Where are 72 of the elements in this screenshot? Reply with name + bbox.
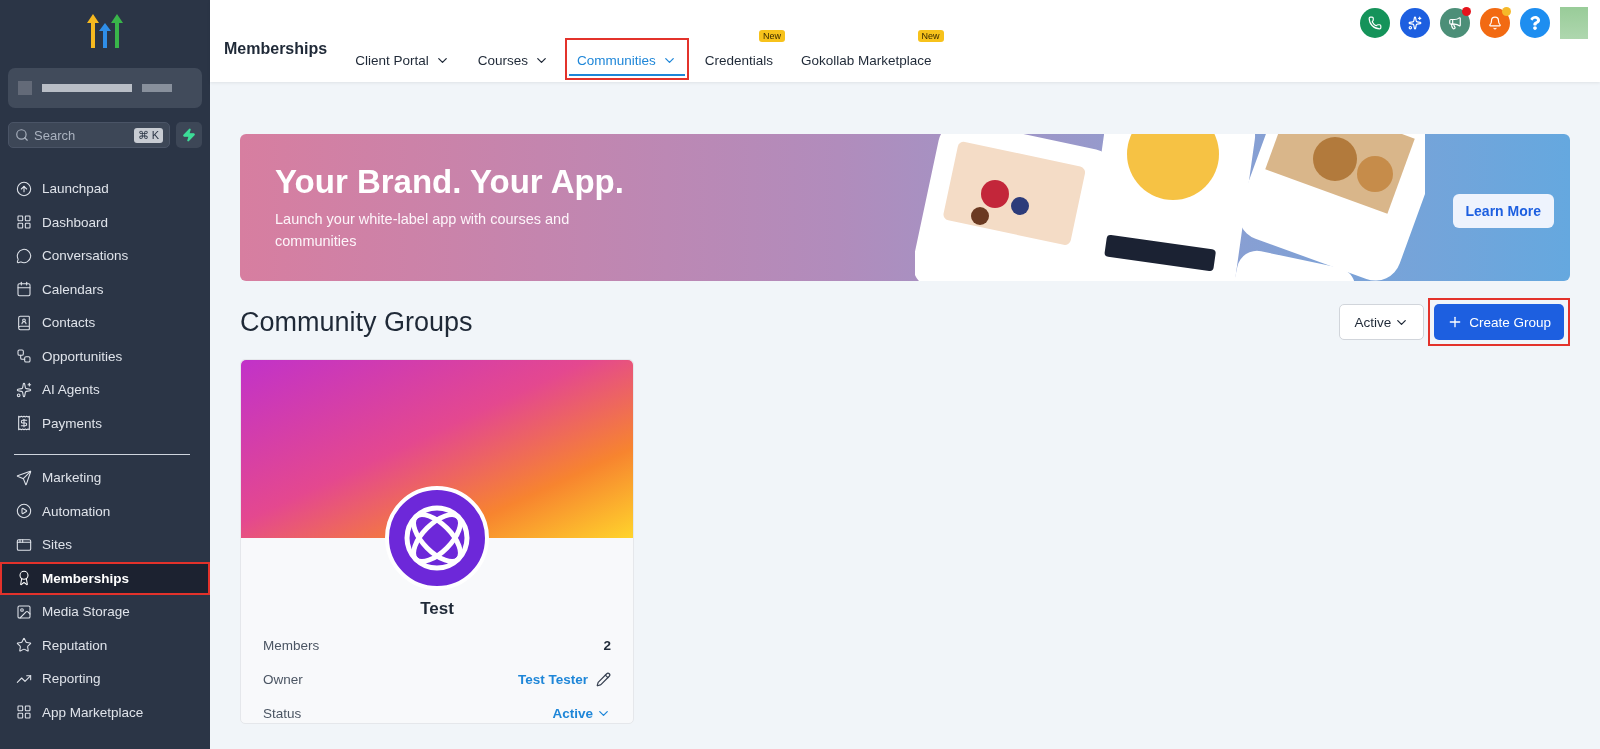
contacts-icon (16, 314, 32, 331)
nav-tab[interactable]: Communities (568, 46, 685, 76)
receipt-icon (16, 415, 32, 432)
status-dropdown[interactable]: Active (552, 705, 611, 721)
sidebar-item[interactable]: Payments (8, 406, 202, 440)
sidebar-item[interactable]: Sites (8, 528, 202, 562)
sidebar-item[interactable]: App Marketplace (8, 695, 202, 729)
header-action-button[interactable] (1480, 8, 1510, 38)
account-switcher[interactable] (8, 68, 202, 108)
bolt-icon (182, 128, 196, 142)
phone-icon (1368, 16, 1382, 30)
shortcut-key: ⌘ K (133, 127, 163, 143)
learn-more-button[interactable]: Learn More (1452, 194, 1554, 228)
play-icon (16, 503, 32, 520)
new-badge: New (917, 30, 944, 42)
sidebar-item[interactable]: Media Storage (8, 595, 202, 629)
dashboard-icon (16, 214, 32, 231)
send-icon (16, 469, 32, 486)
field-value: 2 (603, 637, 611, 653)
bell-icon (1488, 16, 1502, 30)
rings-logo-icon (385, 486, 489, 590)
group-name: Test (420, 599, 454, 619)
website-icon (16, 536, 32, 553)
search-field[interactable]: Search ⌘ K (8, 122, 170, 148)
sidebar-item[interactable]: Reporting (8, 662, 202, 696)
edit-icon[interactable] (596, 671, 611, 687)
sidebar-item[interactable]: Marketing (8, 461, 202, 495)
field-label: Status (263, 705, 302, 721)
sidebar-item[interactable]: Conversations (8, 239, 202, 273)
banner-title: Your Brand. Your App. (275, 163, 625, 202)
award-icon (16, 570, 32, 587)
sidebar-item[interactable]: AI Agents (8, 373, 202, 407)
nav-tab[interactable]: Client Portal (347, 46, 458, 76)
header-action-button[interactable] (1520, 8, 1550, 38)
group-card[interactable]: Test Members 2 Owner Test Tester Status Active (240, 359, 634, 724)
quick-action-button[interactable] (176, 122, 202, 148)
megaphone-icon (1448, 16, 1462, 30)
sidebar-item[interactable]: Contacts (8, 306, 202, 340)
page-title: Memberships (224, 40, 328, 58)
network-icon (16, 348, 32, 365)
sparkles-icon (16, 381, 32, 398)
header-action-button[interactable] (1400, 8, 1430, 38)
nav-tab[interactable]: Credentials (696, 46, 782, 76)
sidebar-item[interactable]: Launchpad (8, 172, 202, 206)
help-icon (1528, 16, 1542, 30)
create-group-button[interactable]: Create Group (1434, 304, 1564, 340)
calendar-icon (16, 281, 32, 298)
chat-icon (16, 247, 32, 264)
sidebar-item[interactable]: Opportunities (8, 339, 202, 373)
search-icon (15, 128, 29, 142)
header-action-button[interactable] (1360, 8, 1390, 38)
section-title: Community Groups (240, 306, 473, 338)
header-action-button[interactable] (1440, 8, 1470, 38)
search-placeholder: Search (34, 127, 76, 143)
sidebar-item[interactable]: Memberships (0, 561, 210, 595)
sidebar-item[interactable]: Dashboard (8, 205, 202, 239)
sparkles-icon (1408, 16, 1422, 30)
nav-tab[interactable]: Gokollab Marketplace (793, 46, 940, 76)
image-icon (16, 603, 32, 620)
sidebar-item[interactable]: Automation (8, 494, 202, 528)
launchpad-icon (16, 180, 32, 197)
nav-tab[interactable]: Courses (469, 46, 557, 76)
field-label: Owner (263, 671, 303, 687)
star-icon (16, 637, 32, 654)
new-badge: New (759, 30, 786, 42)
sidebar-item[interactable]: Reputation (8, 628, 202, 662)
grid-icon (16, 704, 32, 721)
status-filter-dropdown[interactable]: Active (1339, 304, 1425, 340)
banner-subtitle: Launch your white-label app with courses and communities (275, 210, 571, 251)
owner-link[interactable]: Test Tester (517, 671, 588, 687)
sidebar-item[interactable]: Calendars (8, 272, 202, 306)
field-label: Members (263, 637, 320, 653)
